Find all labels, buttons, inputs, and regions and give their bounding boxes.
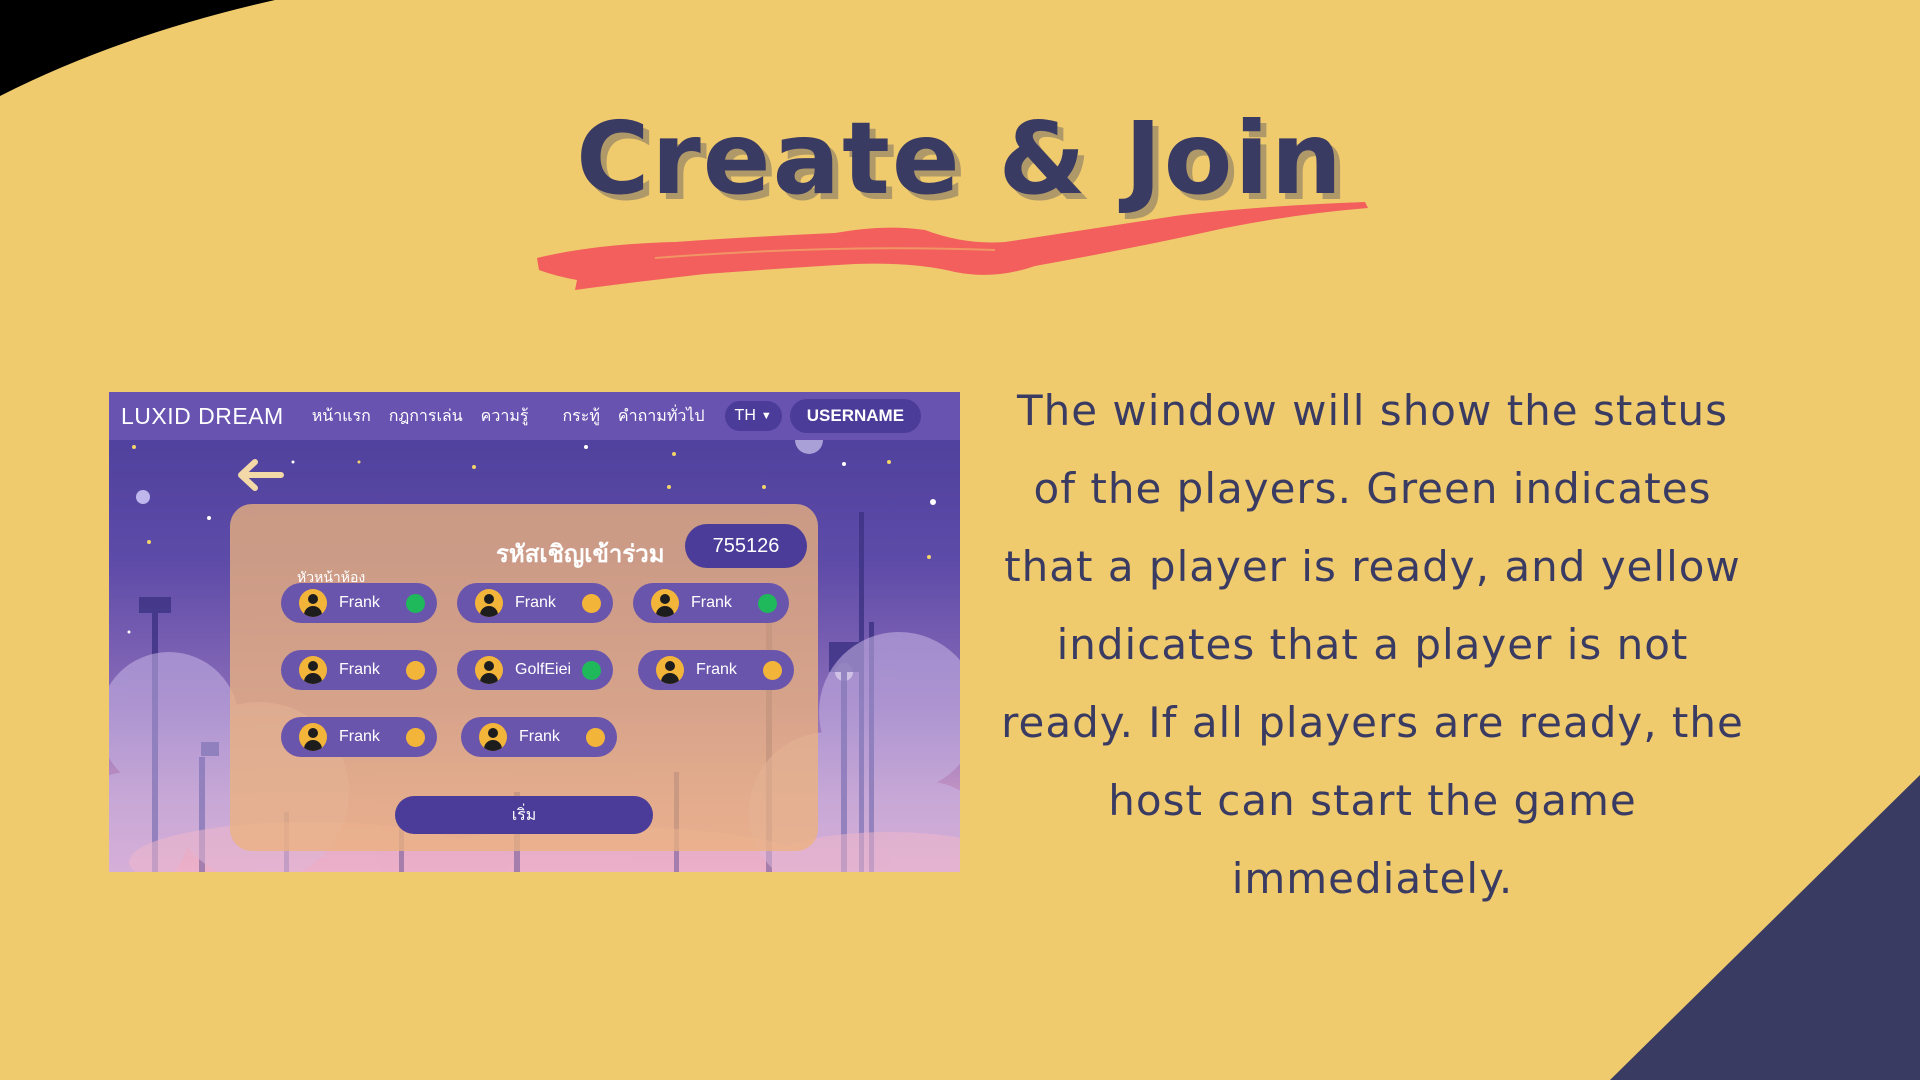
app-screenshot: LUXID DREAM หน้าแรก กฎการเล่น ความรู้ กร… xyxy=(109,392,960,872)
arrow-left-icon[interactable] xyxy=(237,458,285,492)
player-name: Frank xyxy=(339,661,380,678)
nav-link-forum[interactable]: กระทู้ xyxy=(562,404,599,429)
language-value: TH xyxy=(734,407,756,424)
player-name: Frank xyxy=(339,728,380,745)
user-avatar-icon xyxy=(475,656,503,684)
ready-status-dot xyxy=(406,593,425,613)
user-avatar-icon xyxy=(299,589,327,617)
chevron-down-icon: ▼ xyxy=(760,410,772,422)
ready-status-dot xyxy=(406,660,425,680)
player-card: Frank xyxy=(461,717,617,757)
user-avatar-icon xyxy=(479,723,507,751)
slide-description: The window will show the status of the p… xyxy=(1001,386,1744,903)
player-card: Frank xyxy=(457,583,613,623)
player-card: Frank xyxy=(638,650,794,690)
nav-link-faq[interactable]: คำถามทั่วไป xyxy=(618,404,705,429)
nav-link-rules[interactable]: กฎการเล่น xyxy=(389,404,463,429)
corner-decoration-top-left xyxy=(0,0,275,96)
lobby-panel: รหัสเชิญเข้าร่วม 755126 หัวหน้าห้อง Fran… xyxy=(230,504,818,851)
player-card: Frank xyxy=(633,583,789,623)
player-name: Frank xyxy=(339,594,380,611)
user-avatar-icon xyxy=(475,589,503,617)
user-avatar-icon xyxy=(651,589,679,617)
player-name: Frank xyxy=(515,594,556,611)
ready-status-dot xyxy=(586,727,605,747)
nav-link-home[interactable]: หน้าแรก xyxy=(312,404,371,429)
player-card: Frank xyxy=(281,583,437,623)
language-select[interactable]: TH ▼ xyxy=(724,401,782,431)
user-avatar-icon xyxy=(299,723,327,751)
player-card: Frank xyxy=(281,650,437,690)
username-button[interactable]: USERNAME xyxy=(789,399,922,433)
user-avatar-icon xyxy=(299,656,327,684)
start-game-button[interactable]: เริ่ม xyxy=(395,796,653,834)
invite-code-label: รหัสเชิญเข้าร่วม xyxy=(496,541,665,568)
player-name: Frank xyxy=(696,661,737,678)
ready-status-dot xyxy=(406,727,425,747)
top-navbar: LUXID DREAM หน้าแรก กฎการเล่น ความรู้ กร… xyxy=(109,392,960,440)
player-card: Frank xyxy=(281,717,437,757)
ready-status-dot xyxy=(582,660,601,680)
player-name: Frank xyxy=(691,594,732,611)
player-card: GolfEiei xyxy=(457,650,613,690)
player-name: Frank xyxy=(519,728,560,745)
ready-status-dot xyxy=(763,660,782,680)
brand-logo[interactable]: LUXID DREAM xyxy=(121,403,284,430)
brush-stroke-underline xyxy=(537,202,1368,290)
user-avatar-icon xyxy=(656,656,684,684)
player-name: GolfEiei xyxy=(515,661,572,678)
nav-link-knowledge[interactable]: ความรู้ xyxy=(481,404,529,429)
ready-status-dot xyxy=(758,593,777,613)
ready-status-dot xyxy=(582,593,601,613)
invite-code-badge[interactable]: 755126 xyxy=(685,524,807,568)
